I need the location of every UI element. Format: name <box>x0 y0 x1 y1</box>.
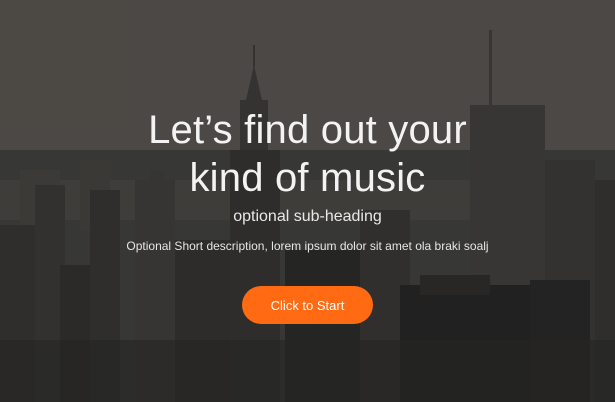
hero-section: Let’s find out your kind of music option… <box>0 0 615 402</box>
hero-content: Let’s find out your kind of music option… <box>0 0 615 402</box>
hero-headline: Let’s find out your kind of music <box>0 106 615 202</box>
headline-line-1: Let’s find out your <box>148 108 467 152</box>
headline-line-2: kind of music <box>189 156 426 200</box>
hero-subheading: optional sub-heading <box>233 208 382 225</box>
hero-description: Optional Short description, lorem ipsum … <box>126 239 489 253</box>
click-to-start-button[interactable]: Click to Start <box>242 286 373 324</box>
